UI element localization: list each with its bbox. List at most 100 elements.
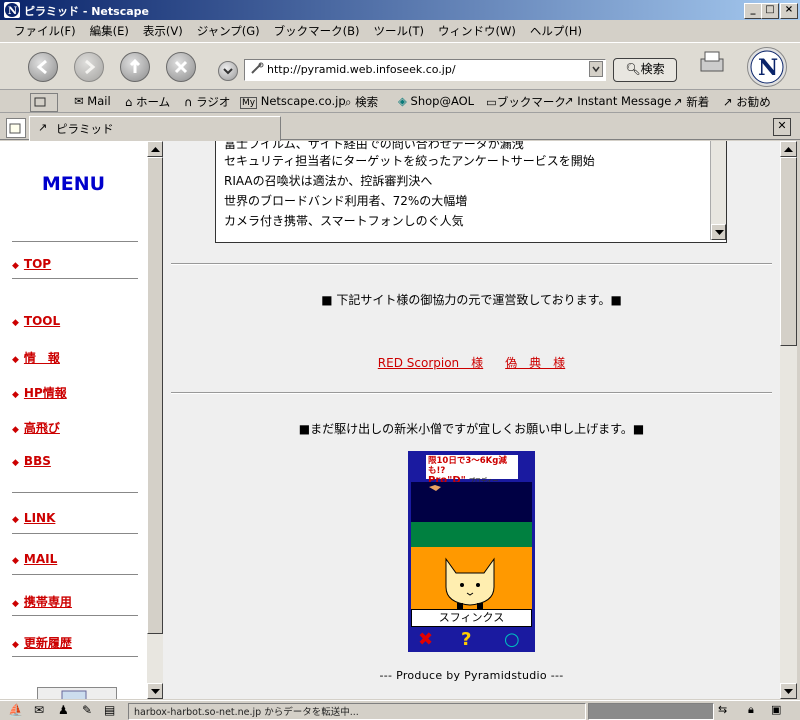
- close-button[interactable]: ×: [780, 3, 798, 19]
- title-bar: N ピラミッド - Netscape _ □ ×: [0, 0, 800, 20]
- sidebar-item-takatobi[interactable]: ◆ 高飛び: [12, 419, 60, 436]
- online-icon[interactable]: ⇆: [718, 703, 727, 716]
- sidebar-scrollbar[interactable]: [147, 141, 163, 699]
- scroll-down-button[interactable]: [711, 224, 726, 240]
- bookmark-mail[interactable]: ✉ Mail: [74, 94, 111, 108]
- bookmark-new[interactable]: ↗ 新着: [673, 94, 709, 110]
- sidebar-link-history[interactable]: 更新履歴: [24, 636, 72, 650]
- sidebar-item-hp-info[interactable]: ◆ HP情報: [12, 384, 67, 401]
- minimize-button[interactable]: _: [744, 3, 762, 19]
- menu-tools[interactable]: ツール(T): [367, 21, 432, 39]
- news-scrollbar[interactable]: [710, 141, 726, 240]
- question-icon[interactable]: ?: [461, 629, 471, 650]
- mail-icon[interactable]: ✉: [34, 703, 44, 717]
- url-input[interactable]: [267, 61, 577, 77]
- menu-go[interactable]: ジャンプ(G): [190, 21, 267, 39]
- new-tab-button[interactable]: [6, 118, 26, 138]
- instant-message-icon[interactable]: ♟: [58, 703, 69, 717]
- scroll-thumb[interactable]: [147, 157, 163, 634]
- menu-bar: ファイル(F) 編集(E) 表示(V) ジャンプ(G) ブックマーク(B) ツール(T) ウ…: [0, 21, 800, 41]
- bookmark-recommend[interactable]: ↗ お勧め: [723, 94, 771, 110]
- bookmark-netscape[interactable]: My Netscape.co.jp: [240, 94, 346, 109]
- partner-link-red-scorpion[interactable]: RED Scorpion 様: [378, 356, 483, 370]
- netscape-icon: N: [4, 2, 20, 18]
- scroll-up-button[interactable]: [780, 141, 797, 157]
- sidebar-link-hp-info[interactable]: HP情報: [24, 386, 67, 400]
- scroll-up-button[interactable]: [147, 141, 163, 157]
- address-book-icon[interactable]: ▤: [104, 703, 115, 717]
- bullet-icon: ◆: [12, 458, 19, 468]
- bookmark-search[interactable]: ⌕ 検索: [345, 94, 378, 110]
- sidebar-link-link[interactable]: LINK: [24, 511, 55, 525]
- sidebar-link-info[interactable]: 情 報: [24, 351, 60, 365]
- sidebar-link-top[interactable]: TOP: [24, 257, 51, 271]
- sidebar-item-link[interactable]: ◆ LINK: [12, 511, 55, 525]
- scroll-thumb[interactable]: [780, 157, 797, 346]
- bookmark-shop-aol[interactable]: ◈ Shop@AOL: [398, 94, 474, 108]
- news-item[interactable]: カメラ付き携帯、スマートフォンしのぐ人気: [224, 212, 464, 229]
- menu-window[interactable]: ウィンドウ(W): [431, 21, 523, 39]
- close-tab-button[interactable]: ✕: [773, 118, 791, 136]
- cross-icon[interactable]: ✖: [418, 629, 433, 650]
- news-item[interactable]: セキュリティ担当者にターゲットを絞ったアンケートサービスを開始: [224, 152, 595, 169]
- sidebar-item-bbs[interactable]: ◆ BBS: [12, 454, 51, 468]
- up-arrow-icon: [151, 147, 160, 152]
- menu-file[interactable]: ファイル(F): [0, 21, 83, 39]
- security-icon[interactable]: 🔒︎: [748, 703, 754, 717]
- main-scrollbar[interactable]: [780, 141, 797, 699]
- circle-icon[interactable]: ○: [504, 629, 520, 650]
- bookmark-bookmarks[interactable]: ▭ブックマーク: [486, 94, 566, 110]
- netscape-logo-icon[interactable]: N: [747, 47, 787, 87]
- menu-view[interactable]: 表示(V): [136, 21, 190, 39]
- menu-bookmarks[interactable]: ブックマーク(B): [267, 21, 367, 39]
- sidebar-item-mobile[interactable]: ◆ 携帯専用: [12, 593, 72, 610]
- window-title: ピラミッド - Netscape: [24, 5, 149, 18]
- bookmark-instant-message[interactable]: ↗ Instant Message: [564, 94, 671, 108]
- partner-link-giten[interactable]: 偽 典 様: [505, 356, 565, 370]
- navigator-icon[interactable]: ⛵: [8, 703, 23, 717]
- bookmark-home-label: ホーム: [135, 95, 171, 109]
- sidebar-item-top[interactable]: ◆ TOP: [12, 257, 51, 271]
- search-button[interactable]: 🔍︎検索: [613, 58, 677, 82]
- news-item[interactable]: 世界のブロードバンド利用者、72%の大幅増: [224, 192, 467, 209]
- tab-toggle-button[interactable]: [30, 93, 58, 112]
- composer-icon[interactable]: ✎: [82, 703, 92, 717]
- maximize-button[interactable]: □: [761, 3, 779, 19]
- url-bar[interactable]: [244, 59, 606, 81]
- sidebar-item-history[interactable]: ◆ 更新履歴: [12, 634, 72, 651]
- sidebar-link-takatobi[interactable]: 高飛び: [24, 421, 60, 435]
- divider: [171, 263, 772, 265]
- lock-icon[interactable]: ▣: [771, 703, 781, 716]
- sidebar-item-mail[interactable]: ◆ MAIL: [12, 552, 57, 566]
- svg-text:N: N: [758, 55, 778, 81]
- sidebar-item-info[interactable]: ◆ 情 報: [12, 349, 60, 366]
- news-item[interactable]: RIAAの召喚状は適法か、控訴審判決へ: [224, 172, 432, 189]
- tab-pyramid[interactable]: ↗ ピラミッド: [29, 116, 281, 141]
- sidebar-link-mobile[interactable]: 携帯専用: [24, 595, 72, 609]
- status-text: harbox-harbot.so-net.ne.jp からデータを転送中...: [134, 707, 359, 718]
- bookmark-radio-label: ラジオ: [196, 95, 231, 109]
- stop-button[interactable]: [166, 52, 196, 82]
- scroll-down-button[interactable]: [147, 683, 163, 699]
- sphinx-banner[interactable]: 限10日で3〜6Kg減も!? Pro"D" プロディー スフィンクス ✖ ? ○: [408, 451, 535, 652]
- reload-button[interactable]: [120, 52, 150, 82]
- print-icon[interactable]: [697, 49, 727, 79]
- bookmark-mail-label: Mail: [87, 94, 111, 108]
- sidebar-link-mail[interactable]: MAIL: [24, 552, 57, 566]
- sidebar-link-bbs[interactable]: BBS: [24, 454, 51, 468]
- forward-button[interactable]: [74, 52, 104, 82]
- sidebar-link-tool[interactable]: TOOL: [24, 314, 60, 328]
- menu-edit[interactable]: 編集(E): [83, 21, 136, 39]
- scroll-down-button[interactable]: [780, 683, 797, 699]
- back-button[interactable]: [28, 52, 58, 82]
- bookmark-link-icon: ↗: [564, 94, 574, 108]
- banner-ad[interactable]: 限10日で3〜6Kg減も!? Pro"D" プロディー: [426, 455, 518, 486]
- go-dropdown-button[interactable]: [218, 61, 238, 81]
- sidebar-item-tool[interactable]: ◆ TOOL: [12, 314, 60, 328]
- bookmark-radio[interactable]: ∩ ラジオ: [184, 94, 230, 110]
- menu-help[interactable]: ヘルプ(H): [523, 21, 589, 39]
- url-dropdown-button[interactable]: [589, 61, 603, 77]
- home-icon: ⌂: [125, 95, 133, 109]
- bookmark-home[interactable]: ⌂ ホーム: [125, 94, 170, 110]
- news-item[interactable]: 富士フイルム、サイト経由での問い合わせデータか漏洩: [224, 141, 524, 152]
